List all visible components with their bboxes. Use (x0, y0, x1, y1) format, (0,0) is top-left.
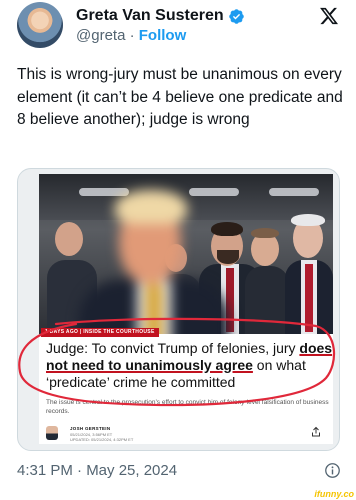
info-icon[interactable] (324, 462, 341, 479)
avatar[interactable] (17, 2, 63, 48)
follow-button[interactable]: Follow (139, 27, 187, 44)
tweet-text: This is wrong-jury must be unanimous on … (17, 66, 343, 128)
author-handle[interactable]: @greta (76, 27, 125, 44)
courthouse-photo (39, 174, 333, 334)
article-updated: UPDATED: 05/21/2024, 4:32PM ET (70, 437, 134, 442)
ifunny-watermark: ifunny.co (314, 489, 354, 499)
article-byline: JOSH GERSTEIN 05/21/2024, 3:56PM ET UPDA… (46, 426, 331, 444)
tweet-header: Greta Van Susteren @greta · Follow (0, 0, 356, 54)
blurred-figure (79, 184, 229, 334)
author-handle-row: @greta · Follow (76, 27, 186, 44)
handle-separator: · (129, 27, 135, 44)
author-photo (46, 426, 58, 440)
verified-badge-icon (228, 8, 244, 24)
x-logo-icon[interactable] (318, 6, 340, 26)
article-author: JOSH GERSTEIN (70, 426, 111, 431)
author-name-row: Greta Van Susteren (76, 6, 245, 26)
annotation-circle (18, 317, 336, 407)
article-dates: 05/21/2024, 3:56PM ET UPDATED: 05/21/202… (70, 432, 190, 442)
share-icon[interactable] (310, 426, 322, 438)
tweet-timestamp[interactable]: 4:31 PM · May 25, 2024 (17, 462, 177, 479)
author-display-name[interactable]: Greta Van Susteren (76, 7, 224, 25)
